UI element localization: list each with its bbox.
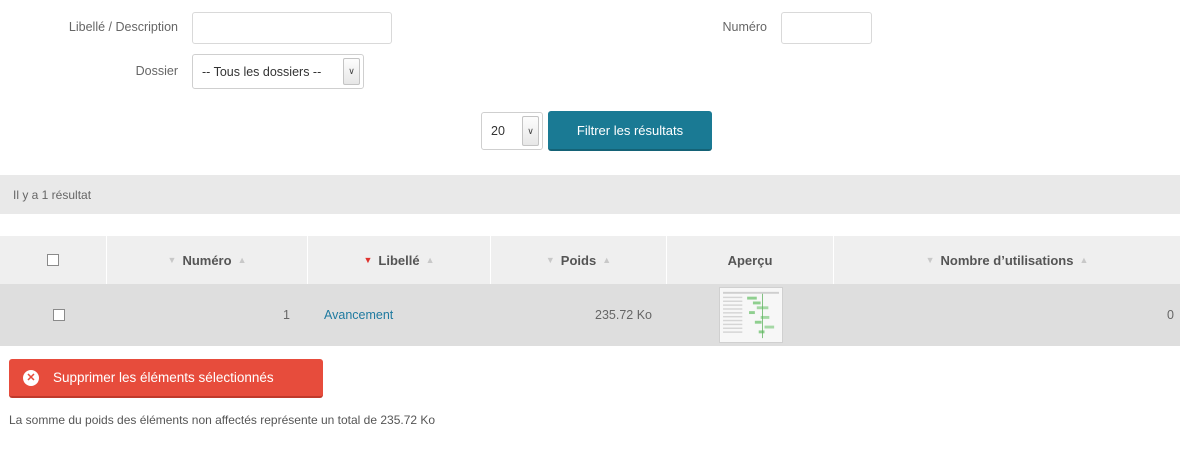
row-utilisations: 0 bbox=[1167, 308, 1174, 322]
dossier-select-value: -- Tous les dossiers -- bbox=[202, 64, 322, 79]
row-libelle-link[interactable]: Avancement bbox=[324, 284, 484, 346]
filter-button[interactable]: Filtrer les résultats bbox=[548, 111, 712, 151]
caret-down-icon: ▼ bbox=[925, 255, 935, 265]
numero-label: Numéro bbox=[722, 20, 767, 34]
libelle-input[interactable] bbox=[192, 12, 392, 44]
table-row[interactable]: 1 Avancement 235.72 Ko 0 bbox=[0, 284, 1180, 346]
chevron-down-icon: ∨ bbox=[522, 116, 539, 146]
caret-down-icon: ▼ bbox=[363, 255, 373, 265]
column-libelle-label: Libellé bbox=[378, 252, 420, 268]
numero-input[interactable] bbox=[781, 12, 872, 44]
column-numero-label: Numéro bbox=[182, 252, 232, 268]
caret-up-icon: ▲ bbox=[425, 255, 435, 265]
caret-up-icon: ▲ bbox=[1079, 255, 1089, 265]
caret-up-icon: ▲ bbox=[602, 255, 612, 265]
delete-selected-label: Supprimer les éléments sélectionnés bbox=[53, 370, 274, 385]
dossier-select[interactable]: -- Tous les dossiers -- ∨ bbox=[192, 54, 364, 89]
chevron-down-icon: ∨ bbox=[343, 58, 360, 85]
caret-down-icon: ▼ bbox=[167, 255, 177, 265]
per-page-value: 20 bbox=[491, 124, 505, 138]
column-utilisations[interactable]: ▼ Nombre d’utilisations ▲ bbox=[834, 236, 1180, 284]
select-all-checkbox[interactable] bbox=[47, 254, 59, 266]
row-poids: 235.72 Ko bbox=[595, 308, 652, 322]
column-poids[interactable]: ▼ Poids ▲ bbox=[491, 236, 667, 284]
preview-thumbnail[interactable] bbox=[718, 287, 783, 343]
column-libelle[interactable]: ▼ Libellé ▲ bbox=[308, 236, 491, 284]
header-checkbox-cell bbox=[0, 236, 107, 284]
caret-up-icon: ▲ bbox=[237, 255, 247, 265]
per-page-select[interactable]: 20 ∨ bbox=[481, 112, 543, 150]
column-poids-label: Poids bbox=[560, 252, 597, 268]
delete-selected-button[interactable]: ✕ Supprimer les éléments sélectionnés bbox=[9, 359, 323, 398]
column-utilisations-label: Nombre d’utilisations bbox=[940, 252, 1074, 268]
table-header: ▼ Numéro ▲ ▼ Libellé ▲ ▼ Poids ▲ Aperçu … bbox=[0, 236, 1180, 284]
results-bar: Il y a 1 résultat bbox=[0, 175, 1180, 214]
column-numero[interactable]: ▼ Numéro ▲ bbox=[107, 236, 308, 284]
row-checkbox-cell bbox=[0, 284, 117, 346]
row-apercu bbox=[667, 284, 834, 346]
dossier-label: Dossier bbox=[135, 64, 178, 78]
row-checkbox[interactable] bbox=[52, 309, 65, 321]
results-count: Il y a 1 résultat bbox=[13, 188, 92, 202]
caret-down-icon: ▼ bbox=[545, 255, 555, 265]
times-circle-icon: ✕ bbox=[23, 369, 39, 386]
column-apercu-label: Aperçu bbox=[727, 252, 773, 268]
column-apercu: Aperçu bbox=[667, 236, 834, 284]
weight-total-note: La somme du poids des éléments non affec… bbox=[9, 413, 436, 427]
row-numero: 1 bbox=[283, 308, 290, 322]
libelle-label: Libellé / Description bbox=[68, 20, 178, 34]
